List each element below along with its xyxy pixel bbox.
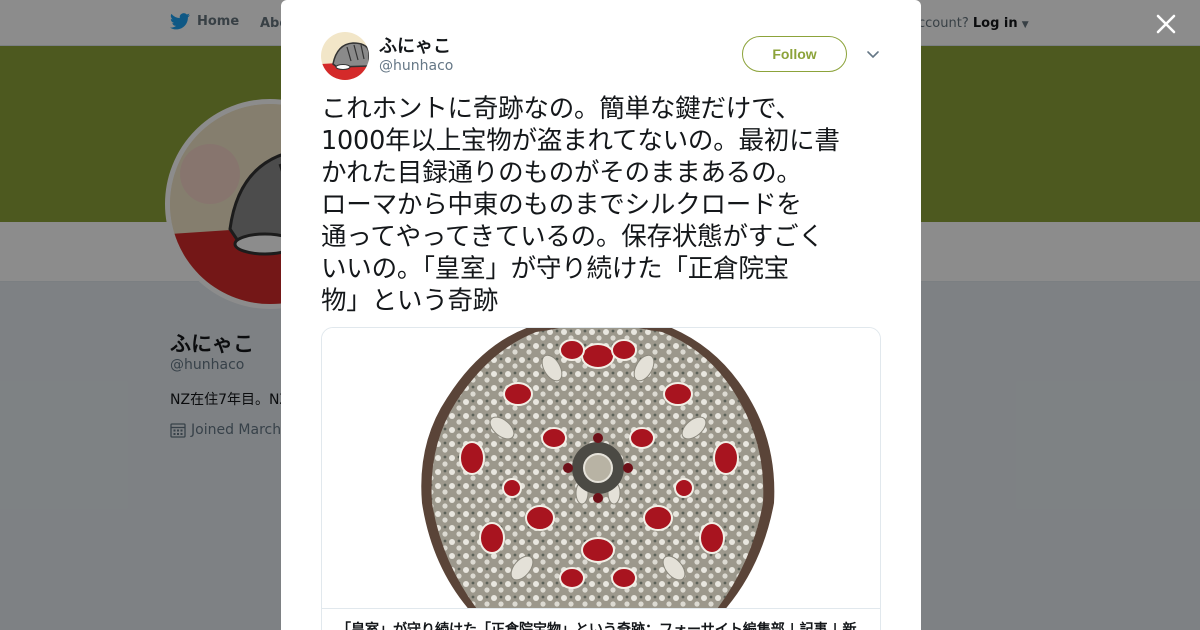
chevron-down-icon — [867, 51, 879, 59]
ornate-mirror-image — [421, 328, 775, 613]
author-handle[interactable]: @hunhaco — [379, 58, 453, 74]
follow-button[interactable]: Follow — [742, 36, 847, 72]
close-icon — [1156, 14, 1176, 34]
tweet-modal: ふにゃこ @hunhaco Follow これホントに奇跡なの。簡単な鍵だけで、… — [281, 0, 921, 630]
close-button[interactable] — [1152, 10, 1180, 38]
card-image — [322, 328, 880, 613]
card-divider — [322, 608, 880, 609]
cat-avatar-illustration — [321, 32, 369, 80]
author-name[interactable]: ふにゃこ — [379, 32, 451, 58]
card-title: 「皇室」が守り続けた「正倉院宝物」という奇跡：フォーサイト編集部 | 記事 | … — [337, 622, 857, 630]
more-options-button[interactable] — [865, 46, 881, 62]
author-avatar[interactable] — [321, 32, 369, 80]
tweet-text: これホントに奇跡なの。簡単な鍵だけで、 1000年以上宝物が盗まれてないの。最初… — [321, 94, 840, 316]
link-card[interactable]: 「皇室」が守り続けた「正倉院宝物」という奇跡：フォーサイト編集部 | 記事 | … — [321, 327, 881, 630]
